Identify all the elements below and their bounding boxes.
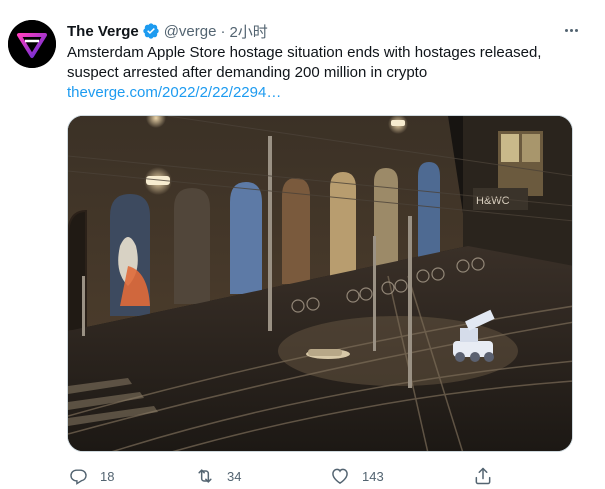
share-button[interactable]	[473, 463, 493, 489]
tweet-text: Amsterdam Apple Store hostage situation …	[67, 43, 577, 83]
retweet-button[interactable]: 34	[195, 463, 241, 489]
verge-logo-icon	[8, 20, 56, 68]
like-button[interactable]: 143	[330, 463, 384, 489]
reply-icon	[68, 466, 88, 486]
more-options-button[interactable]	[559, 18, 583, 42]
more-icon-dot	[574, 28, 578, 32]
tweet-header: The Verge @verge · 2小时	[67, 21, 268, 41]
tweet-text-line: Amsterdam Apple Store hostage situation …	[67, 44, 542, 61]
tweet-text-line: suspect arrested after demanding 200 mil…	[67, 64, 428, 81]
retweet-icon	[195, 466, 215, 486]
article-link[interactable]: theverge.com/2022/2/22/2294…	[67, 83, 281, 103]
reply-button[interactable]: 18	[68, 463, 114, 489]
author-handle[interactable]: @verge	[164, 23, 217, 40]
avatar[interactable]	[8, 20, 56, 68]
street-scene-photo: H&WC	[68, 116, 572, 451]
tweet-media-photo[interactable]: H&WC	[67, 115, 573, 452]
heart-icon	[330, 466, 350, 486]
more-icon-dot	[564, 28, 568, 32]
reply-count: 18	[100, 468, 115, 484]
share-icon	[473, 466, 493, 486]
verified-badge-icon	[142, 22, 160, 40]
tweet-action-bar: 18 34 143	[62, 463, 502, 489]
more-icon-dot	[569, 28, 573, 32]
like-count: 143	[362, 468, 384, 484]
retweet-count: 34	[227, 468, 242, 484]
timestamp[interactable]: 2小时	[229, 21, 267, 42]
separator-dot: ·	[220, 22, 226, 40]
author-name[interactable]: The Verge	[67, 23, 139, 40]
